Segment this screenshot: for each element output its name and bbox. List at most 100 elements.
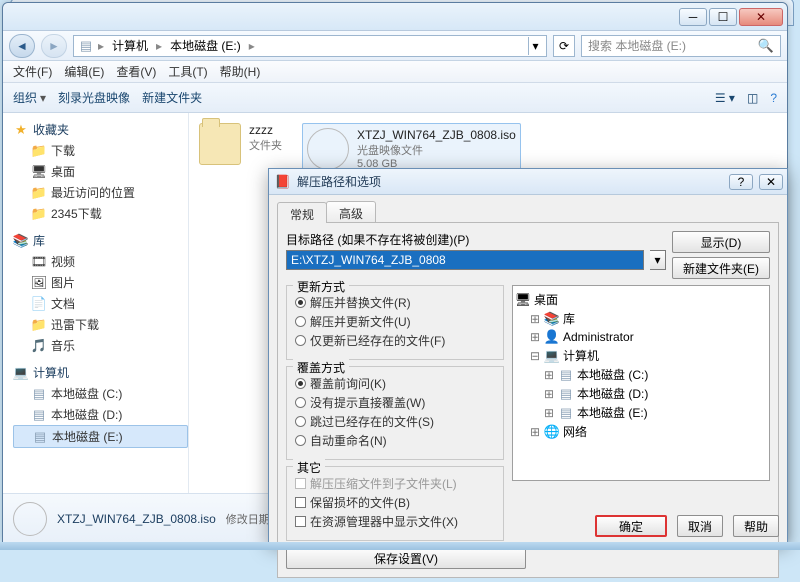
- cmd-new-folder[interactable]: 新建文件夹: [142, 89, 202, 106]
- collapse-icon[interactable]: ⊟: [529, 349, 541, 363]
- minimize-button[interactable]: ─: [679, 8, 707, 26]
- library-icon: 📚: [13, 233, 29, 249]
- dialog-titlebar[interactable]: 📕 解压路径和选项 ? ✕: [269, 169, 787, 195]
- maximize-button[interactable]: ☐: [709, 8, 737, 26]
- expand-icon[interactable]: ⊞: [529, 312, 541, 326]
- radio-skip-existing[interactable]: 跳过已经存在的文件(S): [295, 413, 495, 430]
- breadcrumb-seg[interactable]: 计算机: [108, 37, 152, 54]
- details-name: XTZJ_WIN764_ZJB_0808.iso: [57, 512, 216, 526]
- drive-icon: ▤: [31, 386, 47, 402]
- dest-path-input[interactable]: E:\XTZJ_WIN764_ZJB_0808: [286, 250, 644, 270]
- expand-icon[interactable]: ⊞: [543, 387, 555, 401]
- new-folder-button[interactable]: 新建文件夹(E): [672, 257, 770, 279]
- navigation-pane[interactable]: ★ 收藏夹 📁下载 🖥桌面 📁最近访问的位置 📁2345下载 📚 库 🎞视频 🖼…: [3, 113, 189, 493]
- preview-pane-icon[interactable]: ◫: [747, 91, 758, 105]
- nav-drive-e[interactable]: ▤本地磁盘 (E:): [13, 425, 188, 448]
- search-input[interactable]: 搜索 本地磁盘 (E:) 🔍: [581, 35, 781, 57]
- path-dropdown-icon[interactable]: ▾: [528, 37, 542, 55]
- dialog-close-button[interactable]: ✕: [759, 174, 783, 190]
- check-keep-broken[interactable]: 保留损坏的文件(B): [295, 494, 495, 511]
- radio-overwrite-noask[interactable]: 没有提示直接覆盖(W): [295, 394, 495, 411]
- menu-file[interactable]: 文件(F): [9, 61, 56, 82]
- view-options-icon[interactable]: ☰ ▾: [715, 91, 735, 105]
- tree-network[interactable]: ⊞🌐网络: [515, 422, 767, 441]
- cancel-button[interactable]: 取消: [677, 515, 723, 537]
- nav-back-button[interactable]: ◄: [9, 34, 35, 58]
- folder-icon: 📁: [31, 317, 47, 333]
- menu-bar: 文件(F) 编辑(E) 查看(V) 工具(T) 帮助(H): [3, 61, 787, 83]
- folder-tree[interactable]: 🖥桌面 ⊞📚库 ⊞👤Administrator ⊟💻计算机 ⊞▤本地磁盘 (C:…: [512, 285, 770, 481]
- iso-icon: [307, 128, 349, 170]
- nav-videos[interactable]: 🎞视频: [13, 251, 188, 272]
- group-legend: 其它: [293, 459, 325, 476]
- nav-drive-c[interactable]: ▤本地磁盘 (C:): [13, 383, 188, 404]
- explorer-titlebar[interactable]: ─ ☐ ✕: [3, 3, 787, 31]
- expand-icon[interactable]: ⊞: [529, 425, 541, 439]
- taskbar: [0, 542, 800, 550]
- dialog-help-button[interactable]: ?: [729, 174, 753, 190]
- nav-libraries-header[interactable]: 📚 库: [13, 230, 188, 251]
- nav-documents[interactable]: 📄文档: [13, 293, 188, 314]
- drive-icon: ▤: [32, 429, 48, 445]
- nav-2345[interactable]: 📁2345下载: [13, 203, 188, 224]
- show-button[interactable]: 显示(D): [672, 231, 770, 253]
- check-subfolder[interactable]: 解压压缩文件到子文件夹(L): [295, 475, 495, 492]
- tab-advanced[interactable]: 高级: [326, 201, 376, 222]
- close-button[interactable]: ✕: [739, 8, 783, 26]
- breadcrumb[interactable]: ▤ ▸ 计算机 ▸ 本地磁盘 (E:) ▸ ▾: [73, 35, 547, 57]
- check-show-explorer[interactable]: 在资源管理器中显示文件(X): [295, 513, 495, 530]
- nav-pictures[interactable]: 🖼图片: [13, 272, 188, 293]
- cmd-burn-iso[interactable]: 刻录光盘映像: [58, 89, 130, 106]
- user-icon: 👤: [544, 329, 560, 345]
- nav-desktop[interactable]: 🖥桌面: [13, 161, 188, 182]
- radio-update-existing[interactable]: 仅更新已经存在的文件(F): [295, 332, 495, 349]
- radio-extract-replace[interactable]: 解压并替换文件(R): [295, 294, 495, 311]
- breadcrumb-seg[interactable]: 本地磁盘 (E:): [166, 37, 245, 54]
- save-settings-button[interactable]: 保存设置(V): [286, 547, 526, 569]
- nav-recent[interactable]: 📁最近访问的位置: [13, 182, 188, 203]
- computer-icon: 💻: [544, 348, 560, 364]
- ok-button[interactable]: 确定: [595, 515, 667, 537]
- expand-icon[interactable]: ⊞: [529, 330, 541, 344]
- tree-drive-d[interactable]: ⊞▤本地磁盘 (D:): [515, 384, 767, 403]
- radio-auto-rename[interactable]: 自动重命名(N): [295, 432, 495, 449]
- help-icon[interactable]: ?: [770, 91, 777, 105]
- library-icon: 📚: [544, 311, 560, 327]
- nav-music[interactable]: 🎵音乐: [13, 335, 188, 356]
- tab-general[interactable]: 常规: [277, 202, 327, 223]
- cmd-organize[interactable]: 组织▾: [13, 89, 46, 106]
- nav-favorites-header[interactable]: ★ 收藏夹: [13, 119, 188, 140]
- nav-thunder[interactable]: 📁迅雷下载: [13, 314, 188, 335]
- drive-icon: ▤: [78, 38, 94, 54]
- nav-drive-d[interactable]: ▤本地磁盘 (D:): [13, 404, 188, 425]
- expand-icon[interactable]: ⊞: [543, 406, 555, 420]
- dest-path-dropdown[interactable]: ▾: [650, 250, 666, 270]
- expand-icon[interactable]: ⊞: [543, 368, 555, 382]
- dest-path-label: 目标路径 (如果不存在将被创建)(P): [286, 231, 666, 248]
- command-bar: 组织▾ 刻录光盘映像 新建文件夹 ☰ ▾ ◫ ?: [3, 83, 787, 113]
- folder-icon: 📁: [31, 143, 47, 159]
- menu-edit[interactable]: 编辑(E): [60, 61, 108, 82]
- tree-admin[interactable]: ⊞👤Administrator: [515, 328, 767, 346]
- tree-computer[interactable]: ⊟💻计算机: [515, 346, 767, 365]
- dialog-title: 解压路径和选项: [297, 173, 723, 190]
- radio-extract-update[interactable]: 解压并更新文件(U): [295, 313, 495, 330]
- nav-downloads[interactable]: 📁下载: [13, 140, 188, 161]
- tree-drive-c[interactable]: ⊞▤本地磁盘 (C:): [515, 365, 767, 384]
- help-button[interactable]: 帮助: [733, 515, 779, 537]
- radio-ask-overwrite[interactable]: 覆盖前询问(K): [295, 375, 495, 392]
- tree-drive-e[interactable]: ⊞▤本地磁盘 (E:): [515, 403, 767, 422]
- tree-libraries[interactable]: ⊞📚库: [515, 309, 767, 328]
- iso-icon: [13, 502, 47, 536]
- menu-tools[interactable]: 工具(T): [164, 61, 211, 82]
- drive-icon: ▤: [558, 367, 574, 383]
- video-icon: 🎞: [31, 254, 47, 270]
- menu-help[interactable]: 帮助(H): [216, 61, 265, 82]
- file-type: 光盘映像文件: [357, 142, 516, 158]
- folder-tile[interactable]: zzzz 文件夹: [199, 123, 282, 165]
- tree-desktop[interactable]: 🖥桌面: [515, 290, 767, 309]
- menu-view[interactable]: 查看(V): [112, 61, 160, 82]
- nav-computer-header[interactable]: 💻 计算机: [13, 362, 188, 383]
- refresh-button[interactable]: ⟳: [553, 35, 575, 57]
- nav-forward-button[interactable]: ►: [41, 34, 67, 58]
